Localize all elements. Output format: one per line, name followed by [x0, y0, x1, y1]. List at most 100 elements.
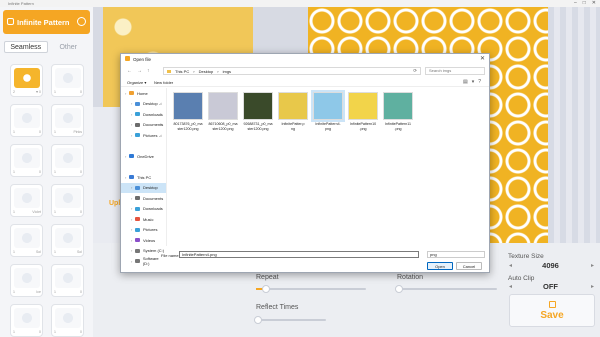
nav-item[interactable]: › Pictures: [121, 225, 166, 236]
pattern-thumbnail[interactable]: 10: [10, 104, 43, 137]
nav-item[interactable]: › Downloads: [121, 204, 166, 215]
new-folder-button[interactable]: New folder: [154, 80, 173, 85]
nav-item[interactable]: › Documents: [121, 193, 166, 204]
help-icon[interactable]: ?: [478, 79, 481, 85]
address-bar[interactable]: This PC › Desktop › imgs ⟳: [163, 67, 421, 75]
file-item[interactable]: InfinitePattern10 .png: [346, 92, 380, 131]
dialog-buttons: Open Cancel: [427, 262, 482, 270]
thumbnail-count: 1: [54, 290, 56, 294]
nav-item[interactable]: › Desktop: [121, 182, 166, 193]
breadcrumb-imgs[interactable]: imgs: [223, 69, 231, 74]
save-button[interactable]: Save: [509, 294, 595, 327]
thumbnail-count: 1: [13, 290, 15, 294]
pin-icon: ⊿: [158, 101, 162, 107]
file-name-line2: .png: [359, 126, 367, 131]
file-name-line1: 86710608_p0_ma: [208, 122, 238, 126]
pattern-thumbnail[interactable]: 2 ♥ 0: [10, 64, 43, 97]
texture-size-prev-icon[interactable]: ◂: [509, 262, 512, 269]
file-name-row: File name: InfinitePattern4.png png: [121, 250, 489, 260]
maximize-button[interactable]: □: [583, 0, 586, 6]
nav-buttons: ← → ↑: [127, 68, 150, 74]
breadcrumb-desktop[interactable]: Desktop: [199, 69, 214, 74]
thumbnail-count: 1: [54, 90, 56, 94]
nav-item[interactable]: › OneDrive: [121, 151, 166, 162]
auto-clip-prev-icon[interactable]: ◂: [509, 283, 512, 290]
nav-item[interactable]: › Videos: [121, 235, 166, 246]
pattern-thumbnail[interactable]: 10: [51, 264, 84, 297]
pattern-thumbnail[interactable]: 1 Ice: [10, 264, 43, 297]
file-thumbnail: [311, 90, 345, 122]
tab-seamless[interactable]: Seamless: [4, 41, 48, 53]
file-name-line1: 80173876_p0_ma: [173, 122, 203, 126]
pattern-thumbnail[interactable]: 10: [10, 144, 43, 177]
upload-label[interactable]: Upl: [109, 200, 120, 207]
repeat-slider-knob[interactable]: [262, 285, 270, 293]
file-item[interactable]: InfinitePatter.p ng: [276, 92, 310, 131]
dialog-toolbar: Organize ▾ New folder ▤ ▾ ?: [121, 78, 489, 87]
pattern-thumbnail[interactable]: 10: [10, 304, 43, 337]
up-icon[interactable]: ↑: [147, 68, 150, 74]
thumbnail-tag: 0: [80, 170, 82, 174]
file-item[interactable]: 80173876_p0_ma ster1200.png: [171, 92, 205, 131]
rotation-slider[interactable]: [395, 285, 497, 293]
breadcrumb-this-pc[interactable]: This PC: [175, 69, 189, 74]
file-name-line1: InfinitePattern4.: [315, 122, 341, 126]
repeat-label: Repeat: [256, 274, 279, 281]
reflect-times-slider-knob[interactable]: [254, 316, 262, 324]
thumbnail-count: 1: [13, 210, 15, 214]
pattern-thumbnail[interactable]: 10: [51, 64, 84, 97]
thumbnail-image: [14, 308, 40, 328]
nav-item[interactable]: › Music: [121, 214, 166, 225]
thumbnail-image: [55, 268, 81, 288]
pattern-thumbnail[interactable]: 1 Violet: [10, 184, 43, 217]
forward-icon[interactable]: →: [137, 68, 142, 74]
texture-size-value: 4096: [542, 261, 559, 270]
nav-item[interactable]: › Desktop ⊿: [121, 99, 166, 110]
settings-icon[interactable]: [77, 17, 86, 26]
file-name-input[interactable]: InfinitePattern4.png: [179, 251, 419, 258]
pattern-thumbnail[interactable]: 1 Sol: [10, 224, 43, 257]
file-name-label: File name:: [161, 253, 180, 258]
file-thumbnail: [348, 92, 378, 120]
minimize-button[interactable]: –: [574, 0, 577, 6]
nav-item-icon: [135, 196, 140, 201]
refresh-icon[interactable]: ⟳: [413, 68, 417, 74]
rotation-slider-knob[interactable]: [395, 285, 403, 293]
view-dropdown-icon[interactable]: ▾: [472, 79, 475, 85]
back-icon[interactable]: ←: [127, 68, 132, 74]
thumbnail-tag: Pinks: [73, 130, 82, 134]
thumbnail-caption: 1 Sol: [13, 250, 41, 254]
close-window-button[interactable]: ✕: [592, 0, 596, 6]
file-type-select[interactable]: png: [427, 251, 485, 258]
nav-item[interactable]: › Downloads ⊿: [121, 109, 166, 120]
nav-item[interactable]: › This PC: [121, 172, 166, 183]
pattern-thumbnail[interactable]: 1 Sol: [51, 224, 84, 257]
pattern-thumbnail[interactable]: 1 Pinks: [51, 104, 84, 137]
file-item[interactable]: 92688731_p0_ma ster1200.png: [241, 92, 275, 131]
repeat-slider[interactable]: [256, 285, 366, 293]
search-input[interactable]: Search imgs: [425, 67, 485, 75]
pattern-thumbnail[interactable]: 10: [51, 304, 84, 337]
pattern-thumbnail[interactable]: 10: [51, 144, 84, 177]
open-button[interactable]: Open: [427, 262, 453, 270]
pattern-thumbnail[interactable]: 10: [51, 184, 84, 217]
auto-clip-next-icon[interactable]: ▸: [591, 283, 594, 290]
file-item[interactable]: 86710608_p0_ma ster1200.png: [206, 92, 240, 131]
nav-item[interactable]: › Documents ⊿: [121, 120, 166, 131]
thumbnail-count: 1: [54, 170, 56, 174]
thumbnail-count: 1: [54, 130, 56, 134]
texture-size-next-icon[interactable]: ▸: [591, 262, 594, 269]
thumbnail-tag: 0: [39, 330, 41, 334]
file-item[interactable]: InfinitePattern4. png: [311, 90, 345, 131]
file-item[interactable]: InfinitePattern11 .png: [381, 92, 415, 131]
organize-menu[interactable]: Organize ▾: [127, 80, 146, 85]
app-name: Infinite Pattern: [17, 17, 70, 27]
dialog-close-icon[interactable]: ✕: [480, 55, 485, 62]
tab-other[interactable]: Other: [48, 41, 90, 53]
nav-item[interactable]: › Pictures ⊿: [121, 130, 166, 141]
thumbnail-tag: Sol: [35, 250, 41, 254]
reflect-times-slider[interactable]: [254, 316, 326, 324]
cancel-button[interactable]: Cancel: [456, 262, 482, 270]
nav-item[interactable]: › Home: [121, 88, 166, 99]
view-mode-icon[interactable]: ▤: [463, 79, 468, 85]
